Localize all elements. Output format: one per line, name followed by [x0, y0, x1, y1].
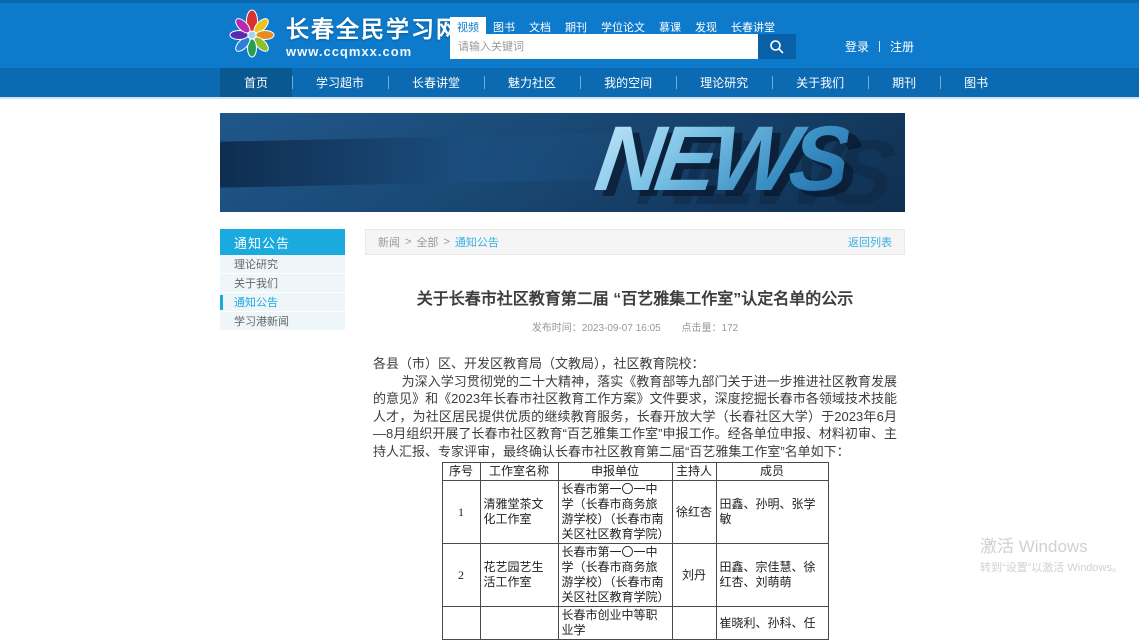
breadcrumb-current: 通知公告 [455, 234, 499, 250]
watermark-subtitle: 转到“设置”以激活 Windows。 [980, 559, 1123, 575]
auth-links: 登录 注册 [845, 38, 914, 55]
nav-item-learning-market[interactable]: 学习超市 [292, 68, 388, 97]
search-tab-theses[interactable]: 学位论文 [594, 17, 652, 34]
search-block: 视频 图书 文档 期刊 学位论文 慕课 发现 长春讲堂 [450, 17, 796, 59]
sidebar-item-theory[interactable]: 理论研究 [220, 255, 345, 274]
search-tab-video[interactable]: 视频 [450, 17, 486, 34]
click-count: 点击量：172 [682, 323, 739, 334]
sidebar-title: 通知公告 [220, 229, 345, 255]
cell-org: 长春市第一〇一中学（长春市商务旅游学校）（长春市南关区社区教育学院） [558, 481, 672, 544]
register-link[interactable]: 注册 [890, 38, 914, 55]
table-row: 长春市创业中等职业学 崔晓利、孙科、任 [442, 607, 828, 640]
nav-item-changchun-lecture[interactable]: 长春讲堂 [388, 68, 484, 97]
breadcrumb: 新闻 > 全部 > 通知公告 返回列表 [365, 229, 905, 255]
search-tab-mooc[interactable]: 慕课 [652, 17, 688, 34]
nav-item-books[interactable]: 图书 [940, 68, 1012, 97]
cell-name [480, 607, 558, 640]
table-header-org: 申报单位 [558, 463, 672, 481]
site-logo[interactable]: 长春全民学习网 www.ccqmxx.com [228, 8, 461, 60]
sidebar-item-notices[interactable]: 通知公告 [220, 293, 345, 312]
article-paragraph: 各县（市）区、开发区教育局（文教局），社区教育院校： [373, 355, 897, 373]
auth-divider [879, 41, 880, 52]
cell-host: 刘丹 [672, 544, 716, 607]
search-input[interactable] [450, 34, 758, 59]
table-row: 1 清雅堂茶文化工作室 长春市第一〇一中学（长春市商务旅游学校）（长春市南关区社… [442, 481, 828, 544]
main-nav: 首页 学习超市 长春讲堂 魅力社区 我的空间 理论研究 关于我们 期刊 图书 [0, 68, 1139, 97]
cell-name: 花艺园艺生活工作室 [480, 544, 558, 607]
cell-host: 徐红杏 [672, 481, 716, 544]
main-content: 新闻 > 全部 > 通知公告 返回列表 关于长春市社区教育第二届 “百艺雅集工作… [365, 229, 905, 640]
cell-members: 田鑫、宗佳慧、徐红杏、刘萌萌 [716, 544, 828, 607]
article-title: 关于长春市社区教育第二届 “百艺雅集工作室”认定名单的公示 [365, 285, 905, 309]
search-tab-lecture[interactable]: 长春讲堂 [724, 17, 782, 34]
breadcrumb-separator: > [405, 236, 411, 248]
site-url: www.ccqmxx.com [286, 44, 461, 59]
table-header-members: 成员 [716, 463, 828, 481]
workshop-table: 序号 工作室名称 申报单位 主持人 成员 1 清雅堂茶文化工作室 长春市第一〇一… [442, 462, 829, 640]
cell-name: 清雅堂茶文化工作室 [480, 481, 558, 544]
site-title: 长春全民学习网 [286, 10, 461, 44]
breadcrumb-all[interactable]: 全部 [416, 234, 438, 250]
cell-org: 长春市创业中等职业学 [558, 607, 672, 640]
nav-item-theory[interactable]: 理论研究 [676, 68, 772, 97]
search-button[interactable] [758, 34, 796, 59]
breadcrumb-news[interactable]: 新闻 [378, 234, 400, 250]
table-header-name: 工作室名称 [480, 463, 558, 481]
watermark-title: 激活 Windows [980, 532, 1123, 557]
search-tab-journals[interactable]: 期刊 [558, 17, 594, 34]
sidebar: 通知公告 理论研究 关于我们 通知公告 学习港新闻 [220, 229, 345, 331]
nav-item-about[interactable]: 关于我们 [772, 68, 868, 97]
table-row: 2 花艺园艺生活工作室 长春市第一〇一中学（长春市商务旅游学校）（长春市南关区社… [442, 544, 828, 607]
nav-item-community[interactable]: 魅力社区 [484, 68, 580, 97]
table-header-host: 主持人 [672, 463, 716, 481]
cell-members: 崔晓利、孙科、任 [716, 607, 828, 640]
logo-flower-icon [228, 8, 276, 60]
cell-no: 2 [442, 544, 480, 607]
nav-item-journal[interactable]: 期刊 [868, 68, 940, 97]
sidebar-item-about[interactable]: 关于我们 [220, 274, 345, 293]
sidebar-item-news[interactable]: 学习港新闻 [220, 312, 345, 331]
cell-org: 长春市第一〇一中学（长春市商务旅游学校）（长春市南关区社区教育学院） [558, 544, 672, 607]
windows-activation-watermark: 激活 Windows 转到“设置”以激活 Windows。 [980, 532, 1123, 575]
article-body: 各县（市）区、开发区教育局（文教局），社区教育院校： 为深入学习贯彻党的二十大精… [365, 355, 905, 460]
nav-item-home[interactable]: 首页 [220, 68, 292, 97]
article-paragraph: 为深入学习贯彻党的二十大精神，落实《教育部等九部门关于进一步推进社区教育发展的意… [373, 373, 897, 461]
search-tab-docs[interactable]: 文档 [522, 17, 558, 34]
publish-time: 发布时间：2023-09-07 16:05 [532, 323, 661, 334]
search-tab-discover[interactable]: 发现 [688, 17, 724, 34]
search-tab-books[interactable]: 图书 [486, 17, 522, 34]
article-meta: 发布时间：2023-09-07 16:05 点击量：172 [365, 319, 905, 334]
table-header-no: 序号 [442, 463, 480, 481]
cell-no: 1 [442, 481, 480, 544]
table-header-row: 序号 工作室名称 申报单位 主持人 成员 [442, 463, 828, 481]
cell-no [442, 607, 480, 640]
search-icon [769, 39, 785, 55]
cell-members: 田鑫、孙明、张学敏 [716, 481, 828, 544]
back-to-list-link[interactable]: 返回列表 [848, 234, 892, 250]
nav-item-my-space[interactable]: 我的空间 [580, 68, 676, 97]
news-banner-text: NEWS [591, 113, 852, 205]
login-link[interactable]: 登录 [845, 38, 869, 55]
breadcrumb-separator: > [443, 236, 449, 248]
search-tabs: 视频 图书 文档 期刊 学位论文 慕课 发现 长春讲堂 [450, 17, 796, 34]
news-banner: NEWS NEWS NEWS [220, 113, 905, 212]
nav-underline [0, 97, 1139, 99]
cell-host [672, 607, 716, 640]
